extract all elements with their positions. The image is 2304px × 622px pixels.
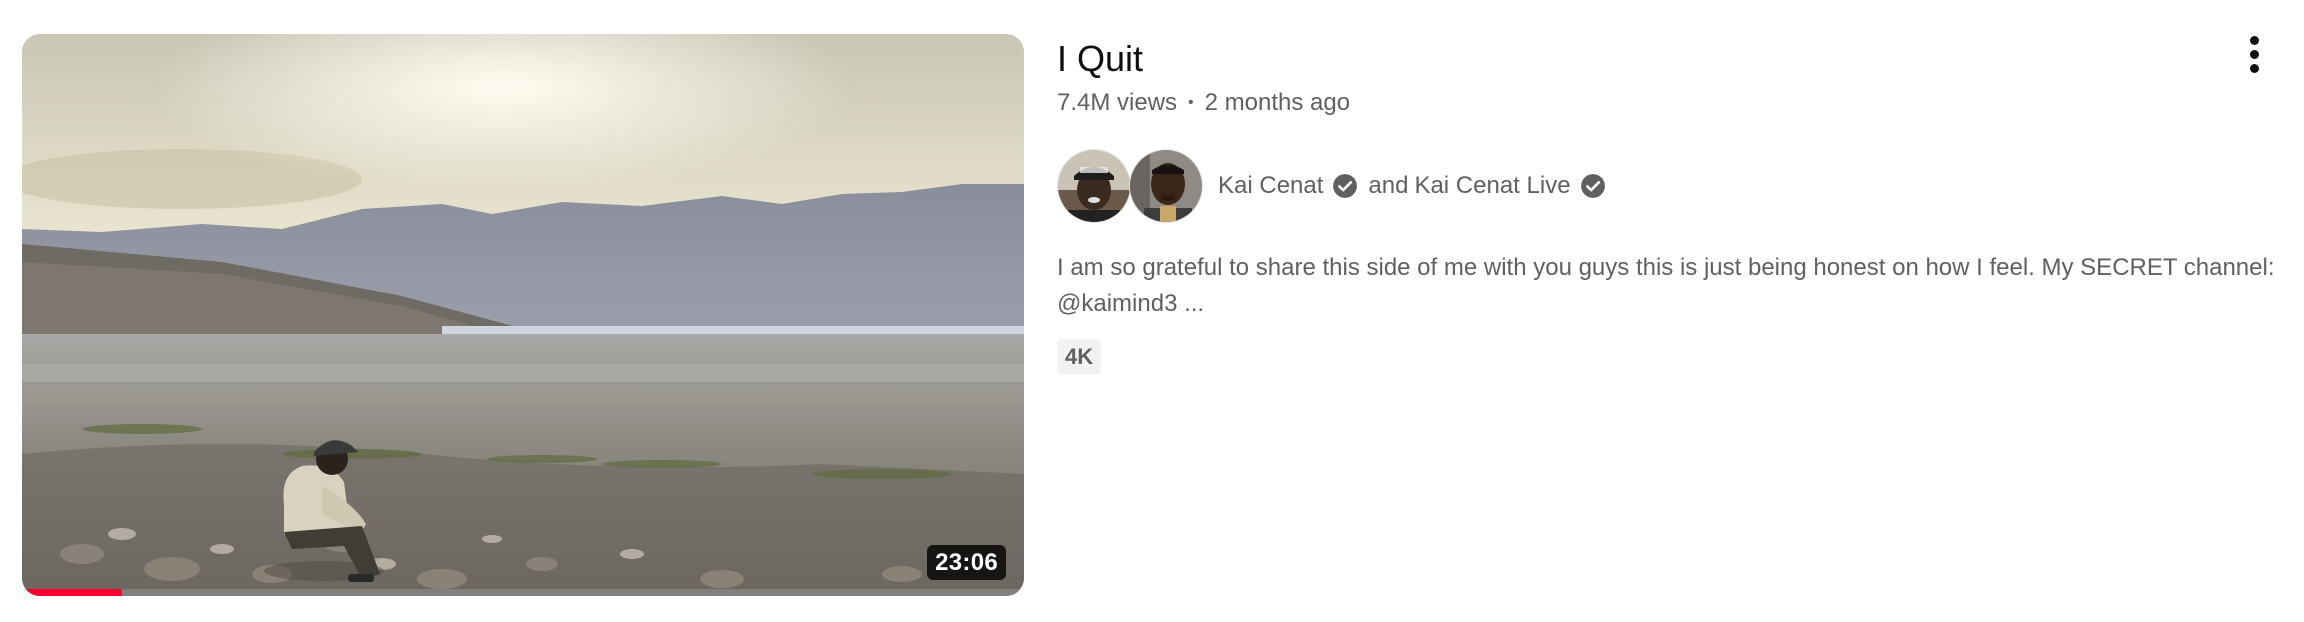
channel-avatars [1057, 149, 1203, 223]
video-metadata: 7.4M views • 2 months ago [1057, 86, 2277, 120]
video-thumbnail[interactable]: 23:06 [22, 34, 1024, 596]
video-result: 23:06 I Quit 7.4M views • 2 months ago K… [0, 0, 2304, 622]
watch-progress-bar [22, 589, 1024, 596]
view-count: 7.4M views [1057, 89, 1178, 116]
verified-check-icon [1332, 173, 1358, 199]
verified-check-icon [1580, 173, 1606, 199]
video-title[interactable]: I Quit [1057, 34, 2277, 84]
channel-names: Kai Cenat and Kai Cenat Live [1218, 169, 1616, 203]
channel-connector: and [1368, 172, 1409, 199]
avatar-kai-cenat[interactable] [1057, 149, 1131, 223]
more-vert-icon[interactable] [2244, 34, 2266, 74]
video-description-snippet[interactable]: I am so grateful to share this side of m… [1057, 250, 2287, 322]
channel-name-primary[interactable]: Kai Cenat [1218, 169, 1323, 203]
channel-row: Kai Cenat and Kai Cenat Live [1057, 149, 2277, 223]
video-details: I Quit 7.4M views • 2 months ago Kai Cen… [1057, 34, 2277, 374]
avatar-kai-cenat-live[interactable] [1129, 149, 1203, 223]
meta-separator: • [1188, 94, 1194, 111]
channel-name-secondary[interactable]: Kai Cenat Live [1414, 169, 1570, 203]
quality-badge-4k: 4K [1057, 339, 1102, 374]
upload-age: 2 months ago [1204, 89, 1351, 116]
watch-progress-fill [22, 589, 123, 596]
duration-badge: 23:06 [927, 545, 1006, 580]
thumbnail-image [22, 34, 1024, 596]
